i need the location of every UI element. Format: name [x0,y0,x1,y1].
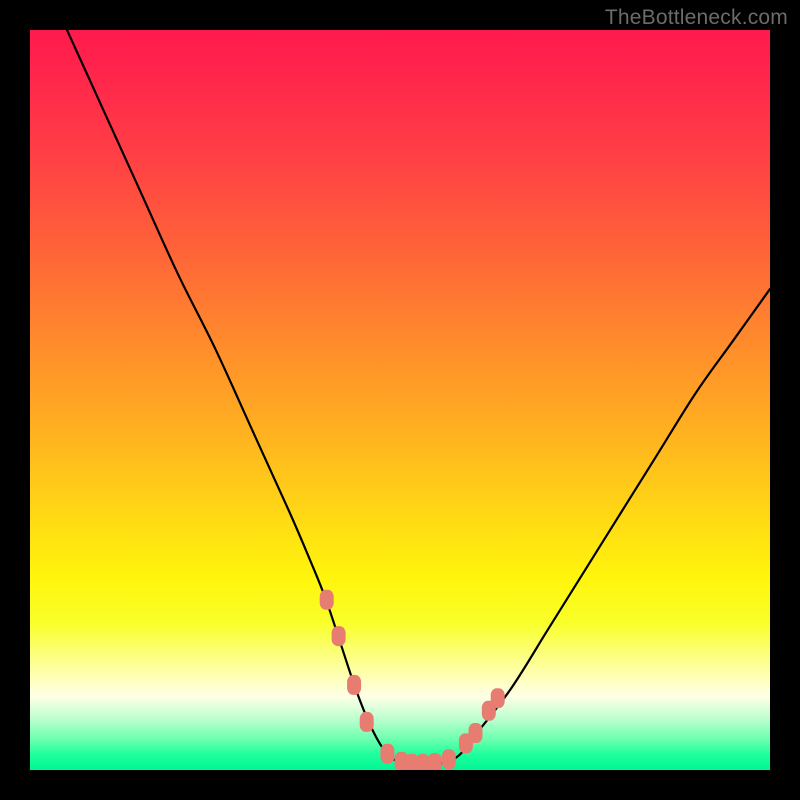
bottleneck-curve [67,30,770,765]
curve-svg [30,30,770,770]
plot-area [30,30,770,770]
curve-marker [469,723,483,743]
watermark-text: TheBottleneck.com [605,6,788,30]
curve-marker [320,590,334,610]
curve-marker [442,749,456,769]
chart-frame: TheBottleneck.com [0,0,800,800]
curve-marker [347,675,361,695]
curve-marker [360,712,374,732]
curve-marker [380,744,394,764]
curve-marker [332,626,346,646]
curve-marker [428,753,442,770]
marker-group [320,590,505,770]
curve-marker [491,688,505,708]
